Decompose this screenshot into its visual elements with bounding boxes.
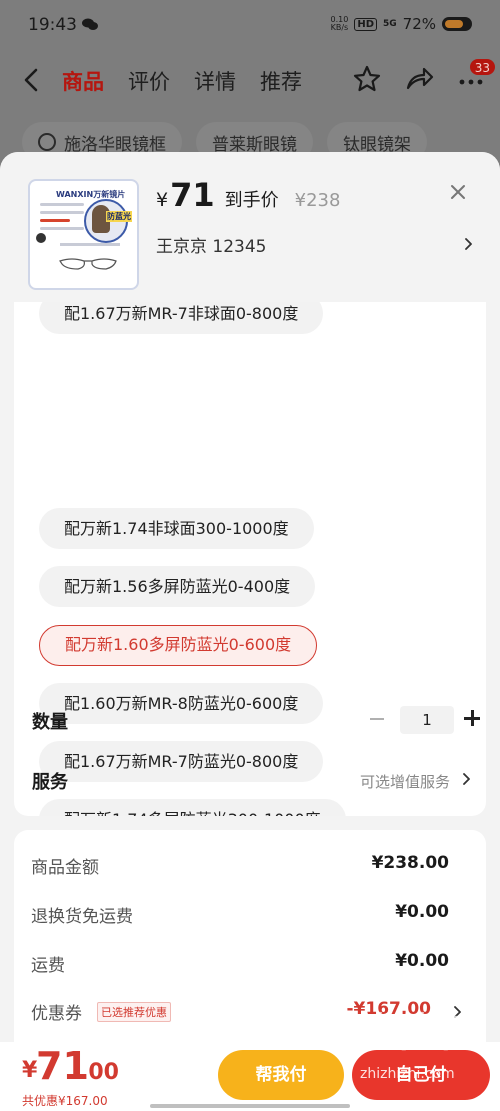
chevron-right-icon[interactable]	[454, 1006, 461, 1018]
home-indicator	[150, 1104, 350, 1108]
status-time: 19:43	[28, 15, 77, 35]
more-menu-button[interactable]: 33	[456, 58, 496, 94]
nav-actions: 33	[352, 58, 496, 94]
hd-icon: HD	[354, 17, 377, 31]
back-arrow-icon[interactable]	[20, 66, 44, 94]
message-count-badge: 33	[468, 58, 496, 76]
coupon-label: 优惠券	[31, 1004, 82, 1024]
shipping-fee-row: 运费 ¥0.00	[31, 948, 449, 978]
total-saving: 共优惠¥167.00	[22, 1094, 108, 1108]
quantity-input[interactable]: 1	[400, 706, 454, 734]
quantity-decrease-button[interactable]	[370, 718, 384, 720]
tab-recommend[interactable]: 推荐	[260, 66, 302, 96]
coupon-row[interactable]: 优惠券 已选推荐优惠 -¥167.00	[31, 996, 461, 1026]
favorite-star-icon[interactable]	[352, 64, 382, 94]
status-indicators: 0.10 KB/s HD 5G 72%	[331, 15, 472, 33]
wechat-icon	[82, 18, 98, 30]
net-speed: 0.10 KB/s	[330, 15, 349, 32]
signal-5g-icon: 5G	[383, 18, 397, 29]
service-hint: 可选增值服务	[359, 773, 450, 791]
pay-myself-button[interactable]: 自己付	[352, 1050, 490, 1100]
quantity-increase-button[interactable]	[464, 710, 480, 726]
shipping-fee-value: ¥0.00	[395, 951, 449, 971]
checkout-bar: ¥ 71 .00 共优惠¥167.00 帮我付 自己付	[0, 1042, 500, 1111]
battery-percent: 72%	[402, 15, 436, 33]
shipping-fee-label: 运费	[31, 956, 65, 976]
nav-tabs: 商品 评价 详情 推荐	[62, 66, 302, 96]
battery-icon	[442, 17, 472, 31]
goods-amount-row: 商品金额 ¥238.00	[31, 850, 449, 880]
value-added-service-row[interactable]: 服务 可选增值服务	[30, 762, 470, 798]
service-label: 服务	[32, 772, 68, 793]
goods-amount-label: 商品金额	[31, 858, 99, 878]
free-return-value: ¥0.00	[395, 902, 449, 922]
free-return-row: 退换货免运费 ¥0.00	[31, 899, 449, 929]
coupon-recommended-tag: 已选推荐优惠	[97, 1002, 171, 1022]
share-icon[interactable]	[404, 64, 434, 94]
search-icon	[38, 133, 56, 151]
tab-product[interactable]: 商品	[62, 66, 104, 96]
status-bar: 19:43 0.10 KB/s HD 5G 72%	[0, 0, 500, 52]
quantity-row: 数量 1	[30, 700, 480, 740]
goods-amount-value: ¥238.00	[371, 853, 449, 873]
free-return-label: 退换货免运费	[31, 907, 133, 927]
tab-reviews[interactable]: 评价	[128, 66, 170, 96]
tab-details[interactable]: 详情	[194, 66, 236, 96]
options-card-controls: 数量 1 服务 可选增值服务	[14, 152, 486, 816]
coupon-value: -¥167.00	[346, 999, 432, 1019]
product-nav-bar: 商品 评价 详情 推荐 33	[0, 56, 500, 104]
help-me-pay-button[interactable]: 帮我付	[218, 1050, 344, 1100]
quantity-label: 数量	[32, 712, 68, 733]
chevron-right-icon	[463, 773, 470, 785]
total-price-decimal: .00	[80, 1060, 119, 1085]
